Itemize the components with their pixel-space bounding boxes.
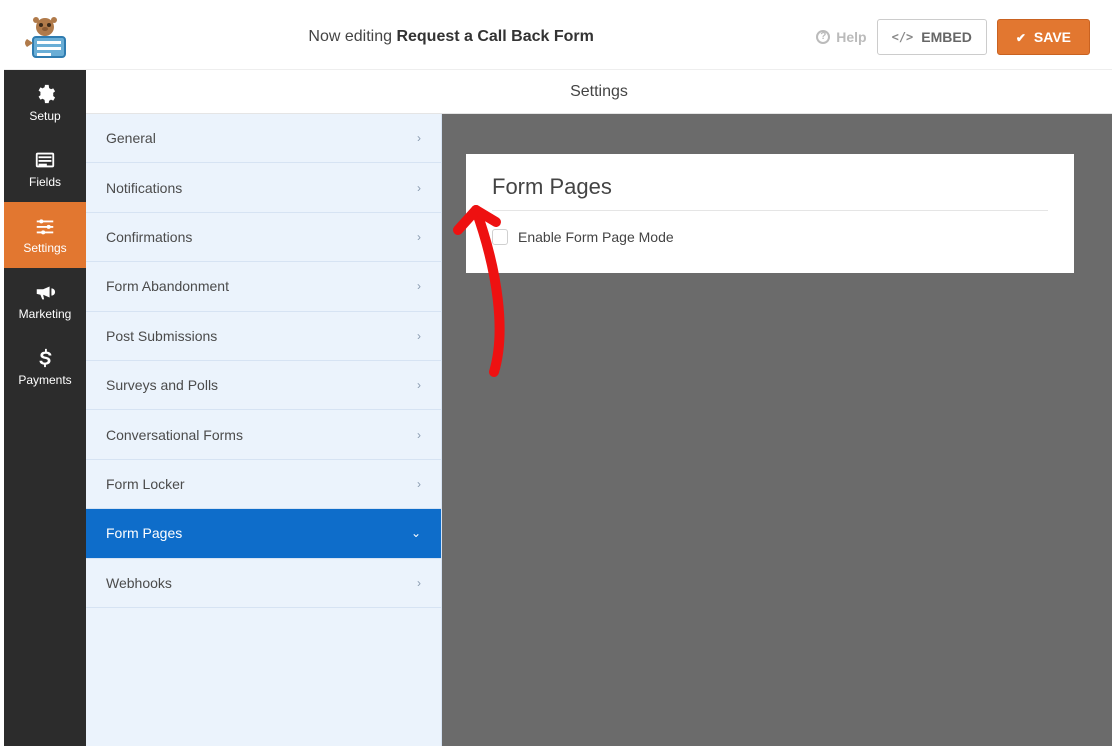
list-icon [34,149,56,171]
settings-item-label: Form Abandonment [106,278,229,294]
enable-form-page-row[interactable]: Enable Form Page Mode [492,229,1048,245]
chevron-right-icon: › [417,181,421,195]
checkbox-label: Enable Form Page Mode [518,229,674,245]
sliders-icon [34,215,56,237]
rail-label: Fields [29,175,61,189]
help-icon: ? [816,30,830,44]
settings-item-post-submissions[interactable]: Post Submissions › [86,312,441,361]
settings-item-form-locker[interactable]: Form Locker › [86,460,441,509]
gear-icon [34,83,56,105]
help-link[interactable]: ? Help [816,29,866,45]
settings-canvas: Form Pages Enable Form Page Mode [442,114,1112,746]
dollar-icon [34,347,56,369]
rail-label: Marketing [19,307,72,321]
settings-item-label: General [106,130,156,146]
settings-item-label: Form Pages [106,525,182,541]
settings-nav: General › Notifications › Confirmations … [86,114,442,746]
help-label: Help [836,29,866,45]
panel-title: Form Pages [492,174,1048,200]
editing-title: Now editing Request a Call Back Form [308,28,593,46]
rail-item-marketing[interactable]: Marketing [4,268,86,334]
settings-item-webhooks[interactable]: Webhooks › [86,559,441,608]
settings-item-label: Notifications [106,180,182,196]
save-button[interactable]: SAVE [997,19,1090,55]
divider [492,210,1048,211]
settings-item-label: Surveys and Polls [106,377,218,393]
chevron-right-icon: › [417,477,421,491]
form-name: Request a Call Back Form [396,28,593,45]
chevron-down-icon: ⌄ [411,526,421,540]
chevron-right-icon: › [417,378,421,392]
embed-label: EMBED [921,29,972,45]
rail-label: Settings [23,241,66,255]
settings-item-confirmations[interactable]: Confirmations › [86,213,441,262]
rail-item-setup[interactable]: Setup [4,70,86,136]
title-area: Now editing Request a Call Back Form [86,28,816,46]
settings-item-label: Post Submissions [106,328,217,344]
chevron-right-icon: › [417,131,421,145]
settings-item-label: Conversational Forms [106,427,243,443]
rail-label: Setup [29,109,60,123]
settings-item-label: Form Locker [106,476,185,492]
top-bar: Now editing Request a Call Back Form ? H… [4,4,1112,70]
editing-prefix: Now editing [308,28,396,45]
content-header-title: Settings [570,83,628,101]
settings-item-general[interactable]: General › [86,114,441,163]
rail-item-payments[interactable]: Payments [4,334,86,400]
chevron-right-icon: › [417,230,421,244]
rail-item-fields[interactable]: Fields [4,136,86,202]
checkbox-icon[interactable] [492,229,508,245]
content-header: Settings [86,70,1112,114]
settings-item-label: Webhooks [106,575,172,591]
settings-item-form-abandonment[interactable]: Form Abandonment › [86,262,441,311]
chevron-right-icon: › [417,329,421,343]
rail-label: Payments [18,373,71,387]
code-icon: </> [892,30,914,44]
settings-item-notifications[interactable]: Notifications › [86,163,441,212]
settings-item-label: Confirmations [106,229,192,245]
top-actions: ? Help </> EMBED SAVE [816,19,1112,55]
rail-item-settings[interactable]: Settings [4,202,86,268]
chevron-right-icon: › [417,279,421,293]
bullhorn-icon [34,281,56,303]
embed-button[interactable]: </> EMBED [877,19,987,55]
form-pages-panel: Form Pages Enable Form Page Mode [466,154,1074,273]
chevron-right-icon: › [417,428,421,442]
settings-item-surveys-polls[interactable]: Surveys and Polls › [86,361,441,410]
check-icon [1016,29,1026,45]
settings-item-conversational-forms[interactable]: Conversational Forms › [86,410,441,459]
left-rail: Setup Fields Settings Marketing Payments [4,70,86,746]
chevron-right-icon: › [417,576,421,590]
save-label: SAVE [1034,29,1071,45]
settings-item-form-pages[interactable]: Form Pages ⌄ [86,509,441,558]
app-logo [4,4,86,70]
